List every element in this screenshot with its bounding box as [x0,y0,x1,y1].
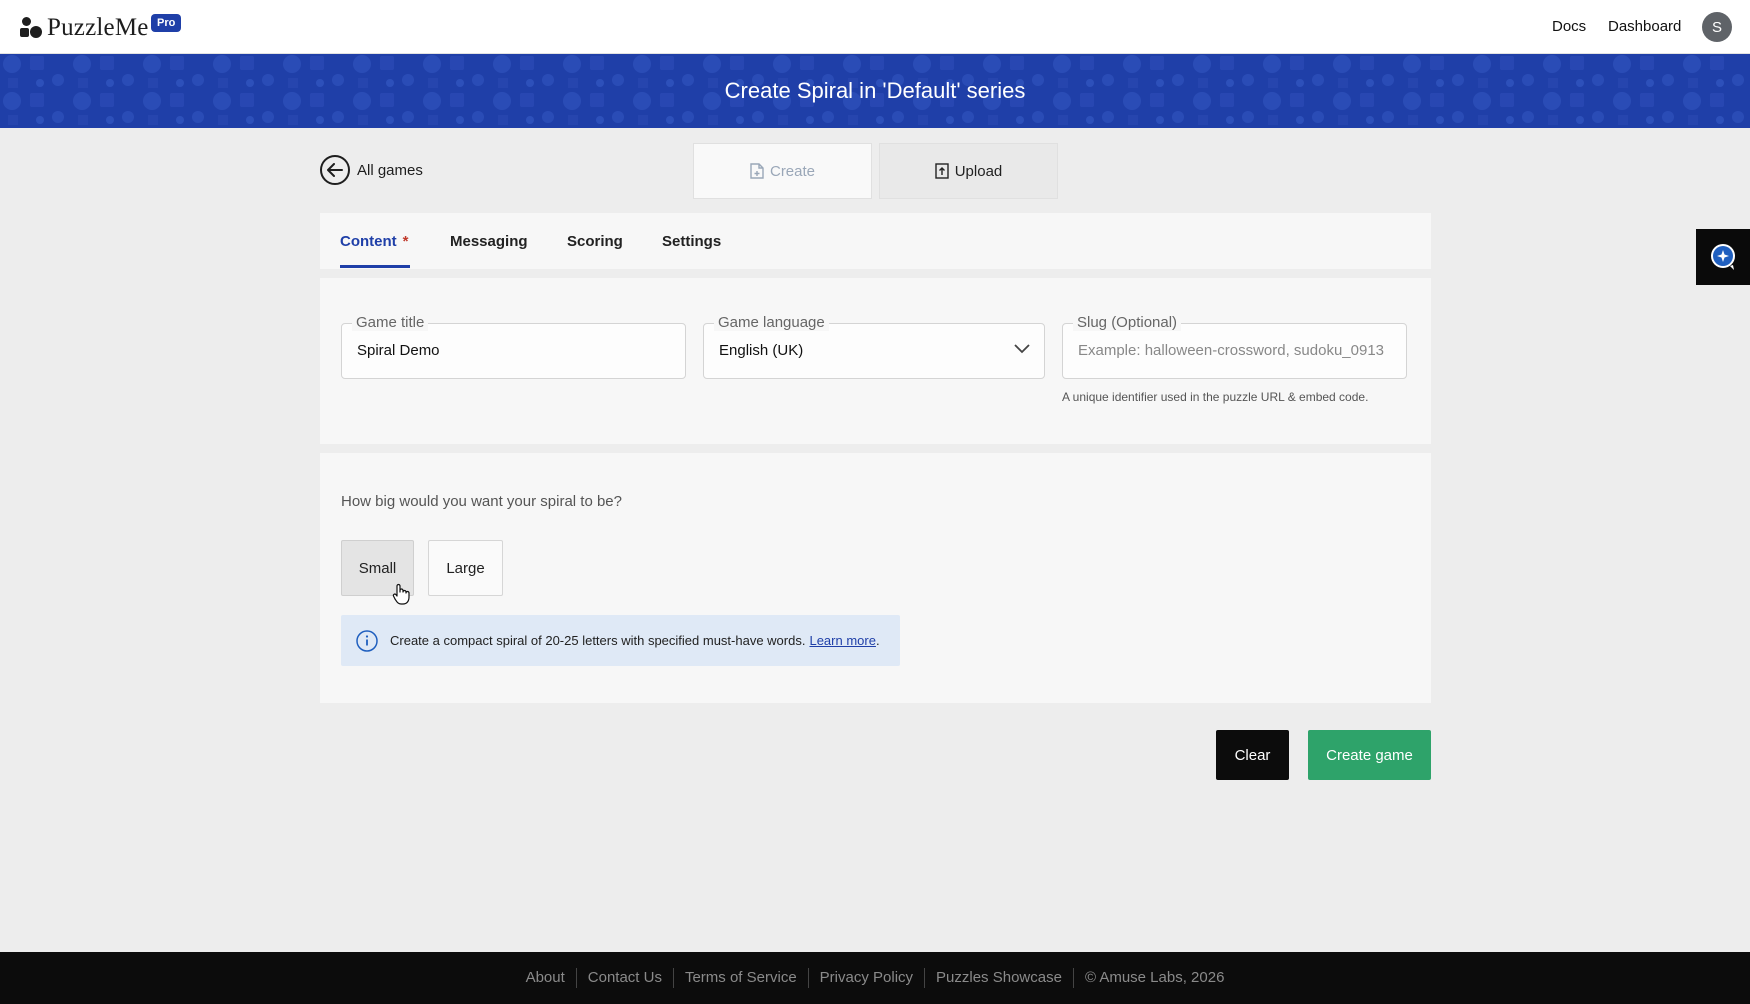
puzzleme-logo-icon [20,17,42,39]
footer: About Contact Us Terms of Service Privac… [0,952,1750,1004]
page-banner: Create Spiral in 'Default' series [0,54,1750,128]
logo-text: PuzzleMe [47,14,149,41]
active-tab-indicator [340,265,410,268]
all-games-label: All games [357,161,423,179]
tab-content[interactable]: Content * [340,233,409,250]
upload-doc-icon [935,163,949,179]
spiral-size-card: How big would you want your spiral to be… [320,453,1431,703]
tab-messaging[interactable]: Messaging [450,233,528,250]
slug-field[interactable]: Slug (Optional) [1062,314,1407,379]
create-mode-label: Create [769,162,816,180]
footer-link-terms[interactable]: Terms of Service [672,968,808,988]
slug-helper-text: A unique identifier used in the puzzle U… [1062,390,1369,404]
back-arrow-icon [320,155,350,185]
upload-mode-label: Upload [954,162,1003,180]
top-nav: PuzzleMe Pro Docs Dashboard S [0,0,1750,54]
game-title-input[interactable]: Spiral Demo [357,324,657,378]
create-game-button[interactable]: Create game [1308,730,1431,780]
footer-copyright: © Amuse Labs, 2026 [1072,968,1235,988]
all-games-back-link[interactable]: All games [320,155,423,185]
create-doc-icon [750,163,764,179]
spiral-info-box: Create a compact spiral of 20-25 letters… [341,615,900,666]
game-language-value: English (UK) [719,342,804,359]
game-language-select[interactable]: Game language English (UK) [703,314,1045,379]
puzzleme-logo[interactable]: PuzzleMe Pro [20,14,182,42]
size-large-button[interactable]: Large [428,540,503,596]
info-trailing-period: . [875,633,880,648]
tab-scoring[interactable]: Scoring [567,233,623,250]
game-details-card: Game title Spiral Demo Game language Eng… [320,278,1431,444]
required-marker: * [402,233,409,250]
clear-button[interactable]: Clear [1216,730,1289,780]
hand-pointer-icon [392,583,410,605]
spiral-size-question: How big would you want your spiral to be… [341,493,622,510]
dashboard-link[interactable]: Dashboard [1608,18,1681,35]
chat-assistant-widget[interactable] [1696,229,1750,285]
create-mode-button[interactable]: Create [693,143,872,199]
section-tabs: Content * Messaging Scoring Settings [320,213,1431,269]
footer-link-privacy[interactable]: Privacy Policy [807,968,924,988]
footer-link-showcase[interactable]: Puzzles Showcase [924,968,1073,988]
chevron-down-icon [1014,344,1030,354]
tab-content-label: Content [340,233,397,250]
page-title: Create Spiral in 'Default' series [724,78,1026,103]
footer-link-about[interactable]: About [515,968,576,988]
user-avatar[interactable]: S [1702,12,1732,42]
info-icon [356,629,378,652]
chat-assistant-icon [1711,244,1735,270]
spiral-info-text: Create a compact spiral of 20-25 letters… [390,633,806,648]
learn-more-link[interactable]: Learn more [809,633,875,648]
footer-link-contact[interactable]: Contact Us [575,968,673,988]
game-title-field[interactable]: Game title Spiral Demo [341,314,686,379]
slug-input[interactable] [1078,324,1398,378]
tab-settings[interactable]: Settings [662,233,721,250]
docs-link[interactable]: Docs [1552,18,1586,35]
pro-badge: Pro [151,14,182,32]
upload-mode-button[interactable]: Upload [879,143,1058,199]
